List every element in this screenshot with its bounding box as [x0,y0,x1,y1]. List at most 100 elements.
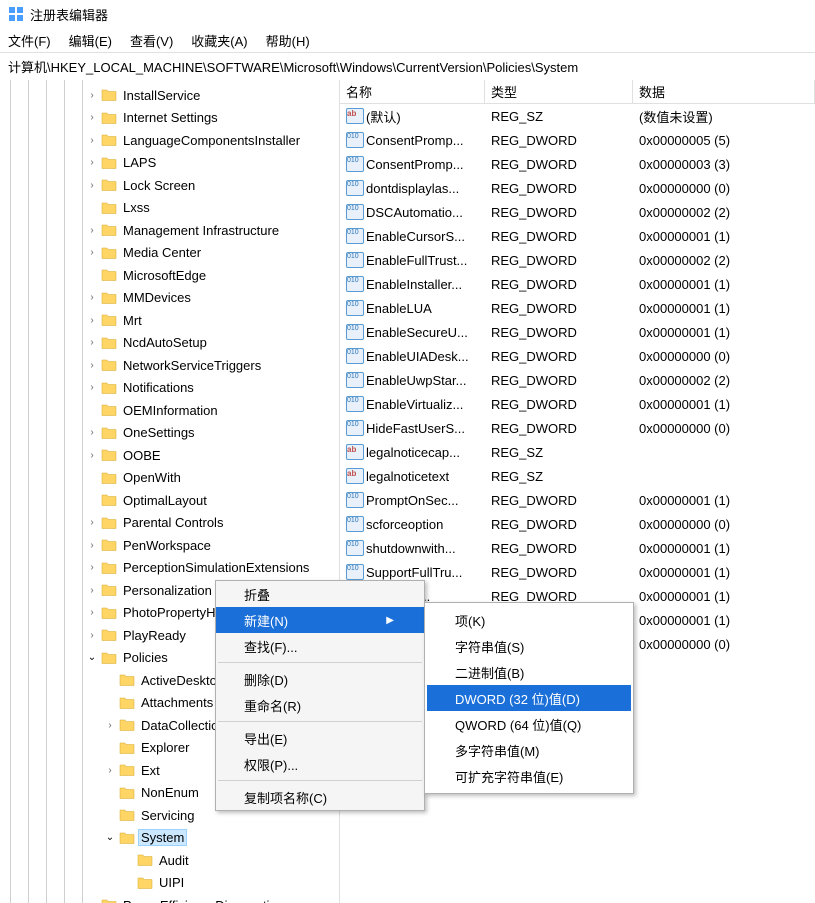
chevron-right-icon[interactable]: › [86,540,98,551]
value-row[interactable]: 010EnableUwpStar...REG_DWORD0x00000002 (… [340,368,815,392]
sub-qword[interactable]: QWORD (64 位)值(Q) [427,711,631,737]
tree-item[interactable]: ›Lock Screen [0,174,339,197]
new-submenu[interactable]: 项(K) 字符串值(S) 二进制值(B) DWORD (32 位)值(D) QW… [424,602,634,794]
chevron-right-icon[interactable]: › [86,157,98,168]
ctx-new[interactable]: 新建(N)▶ [216,607,424,633]
sub-string[interactable]: 字符串值(S) [427,633,631,659]
chevron-right-icon[interactable]: › [86,90,98,101]
value-row[interactable]: 010shutdownwith...REG_DWORD0x00000001 (1… [340,536,815,560]
chevron-right-icon[interactable]: › [86,292,98,303]
chevron-right-icon[interactable]: › [86,135,98,146]
chevron-right-icon[interactable]: › [86,382,98,393]
tree-item[interactable]: Audit [0,849,339,872]
chevron-right-icon[interactable]: › [86,562,98,573]
chevron-right-icon[interactable]: › [86,337,98,348]
tree-item[interactable]: ›Media Center [0,242,339,265]
chevron-right-icon[interactable]: › [86,247,98,258]
tree-item[interactable]: ⌄System [0,827,339,850]
tree-item[interactable]: ›InstallService [0,84,339,107]
value-row[interactable]: 010EnableLUAREG_DWORD0x00000001 (1) [340,296,815,320]
chevron-right-icon[interactable]: › [86,225,98,236]
tree-item[interactable]: OpenWith [0,467,339,490]
tree-item[interactable]: ›PenWorkspace [0,534,339,557]
ctx-delete[interactable]: 删除(D) [216,666,424,692]
value-row[interactable]: 010EnableVirtualiz...REG_DWORD0x00000001… [340,392,815,416]
menu-edit[interactable]: 编辑(E) [69,31,112,50]
ctx-find[interactable]: 查找(F)... [216,633,424,659]
chevron-right-icon[interactable]: › [86,450,98,461]
chevron-down-icon[interactable]: ⌄ [104,832,116,843]
menu-favorites[interactable]: 收藏夹(A) [191,31,247,50]
tree-item-label: Notifications [120,379,197,396]
context-menu[interactable]: 折叠 新建(N)▶ 查找(F)... 删除(D) 重命名(R) 导出(E) 权限… [215,580,425,811]
value-row[interactable]: ab(默认)REG_SZ(数值未设置) [340,104,815,128]
chevron-right-icon[interactable]: › [86,427,98,438]
value-row[interactable]: 010EnableInstaller...REG_DWORD0x00000001… [340,272,815,296]
value-row[interactable]: 010PromptOnSec...REG_DWORD0x00000001 (1) [340,488,815,512]
tree-item[interactable]: ›OneSettings [0,422,339,445]
value-name: EnableCursorS... [366,229,465,244]
tree-item[interactable]: OEMInformation [0,399,339,422]
tree-item[interactable]: ›Parental Controls [0,512,339,535]
value-row[interactable]: 010HideFastUserS...REG_DWORD0x00000000 (… [340,416,815,440]
menu-help[interactable]: 帮助(H) [266,31,310,50]
menu-file[interactable]: 文件(F) [8,31,51,50]
value-row[interactable]: 010scforceoptionREG_DWORD0x00000000 (0) [340,512,815,536]
ctx-export[interactable]: 导出(E) [216,725,424,751]
sub-multistring[interactable]: 多字符串值(M) [427,737,631,763]
tree-item-label: OOBE [120,447,164,464]
value-row[interactable]: 010EnableFullTrust...REG_DWORD0x00000002… [340,248,815,272]
sub-expandstring[interactable]: 可扩充字符串值(E) [427,763,631,789]
tree-item[interactable]: ›NcdAutoSetup [0,332,339,355]
col-header-type[interactable]: 类型 [485,80,633,103]
chevron-right-icon[interactable]: › [86,180,98,191]
tree-item[interactable]: ›NetworkServiceTriggers [0,354,339,377]
ctx-rename[interactable]: 重命名(R) [216,692,424,718]
chevron-right-icon[interactable]: › [86,517,98,528]
chevron-right-icon[interactable]: › [86,112,98,123]
sub-binary[interactable]: 二进制值(B) [427,659,631,685]
value-row[interactable]: 010EnableCursorS...REG_DWORD0x00000001 (… [340,224,815,248]
value-row[interactable]: ablegalnoticecap...REG_SZ [340,440,815,464]
tree-item[interactable]: ›Management Infrastructure [0,219,339,242]
value-row[interactable]: 010dontdisplaylas...REG_DWORD0x00000000 … [340,176,815,200]
tree-item[interactable]: ›Mrt [0,309,339,332]
tree-item[interactable]: › OOBE [0,444,339,467]
tree-item[interactable]: MicrosoftEdge [0,264,339,287]
value-row[interactable]: 010ConsentPromp...REG_DWORD0x00000005 (5… [340,128,815,152]
ctx-collapse[interactable]: 折叠 [216,581,424,607]
chevron-right-icon[interactable]: › [86,607,98,618]
value-row[interactable]: 010EnableUIADesk...REG_DWORD0x00000000 (… [340,344,815,368]
chevron-right-icon[interactable]: › [104,720,116,731]
value-row[interactable]: 010ConsentPromp...REG_DWORD0x00000003 (3… [340,152,815,176]
chevron-right-icon[interactable]: › [104,765,116,776]
tree-item[interactable]: ›LanguageComponentsInstaller [0,129,339,152]
sub-key[interactable]: 项(K) [427,607,631,633]
col-header-name[interactable]: 名称 [340,80,485,103]
value-row[interactable]: ablegalnoticetextREG_SZ [340,464,815,488]
col-header-data[interactable]: 数据 [633,80,815,103]
chevron-down-icon[interactable]: ⌄ [86,652,98,663]
tree-item[interactable]: ›LAPS [0,152,339,175]
chevron-right-icon[interactable]: › [86,315,98,326]
chevron-right-icon[interactable]: › [86,630,98,641]
ctx-copy-key-name[interactable]: 复制项名称(C) [216,784,424,810]
tree-item[interactable]: OptimalLayout [0,489,339,512]
chevron-right-icon[interactable]: › [86,360,98,371]
value-row[interactable]: 010DSCAutomatio...REG_DWORD0x00000002 (2… [340,200,815,224]
tree-item[interactable]: Lxss [0,197,339,220]
sub-dword[interactable]: DWORD (32 位)值(D) [427,685,631,711]
value-row[interactable]: 010EnableSecureU...REG_DWORD0x00000001 (… [340,320,815,344]
list-body[interactable]: ab(默认)REG_SZ(数值未设置)010ConsentPromp...REG… [340,104,815,656]
menu-view[interactable]: 查看(V) [130,31,173,50]
tree-item[interactable]: ›PowerEfficiencyDiagnostics [0,894,339,903]
chevron-right-icon[interactable]: › [86,585,98,596]
folder-icon [119,762,135,778]
tree-item[interactable]: ›MMDevices [0,287,339,310]
ctx-permissions[interactable]: 权限(P)... [216,751,424,777]
tree-item[interactable]: › Notifications [0,377,339,400]
tree-item[interactable]: ›Internet Settings [0,107,339,130]
tree-item[interactable]: UIPI [0,872,339,895]
address-bar[interactable]: 计算机\HKEY_LOCAL_MACHINE\SOFTWARE\Microsof… [0,52,815,80]
tree-item[interactable]: ›PerceptionSimulationExtensions [0,557,339,580]
